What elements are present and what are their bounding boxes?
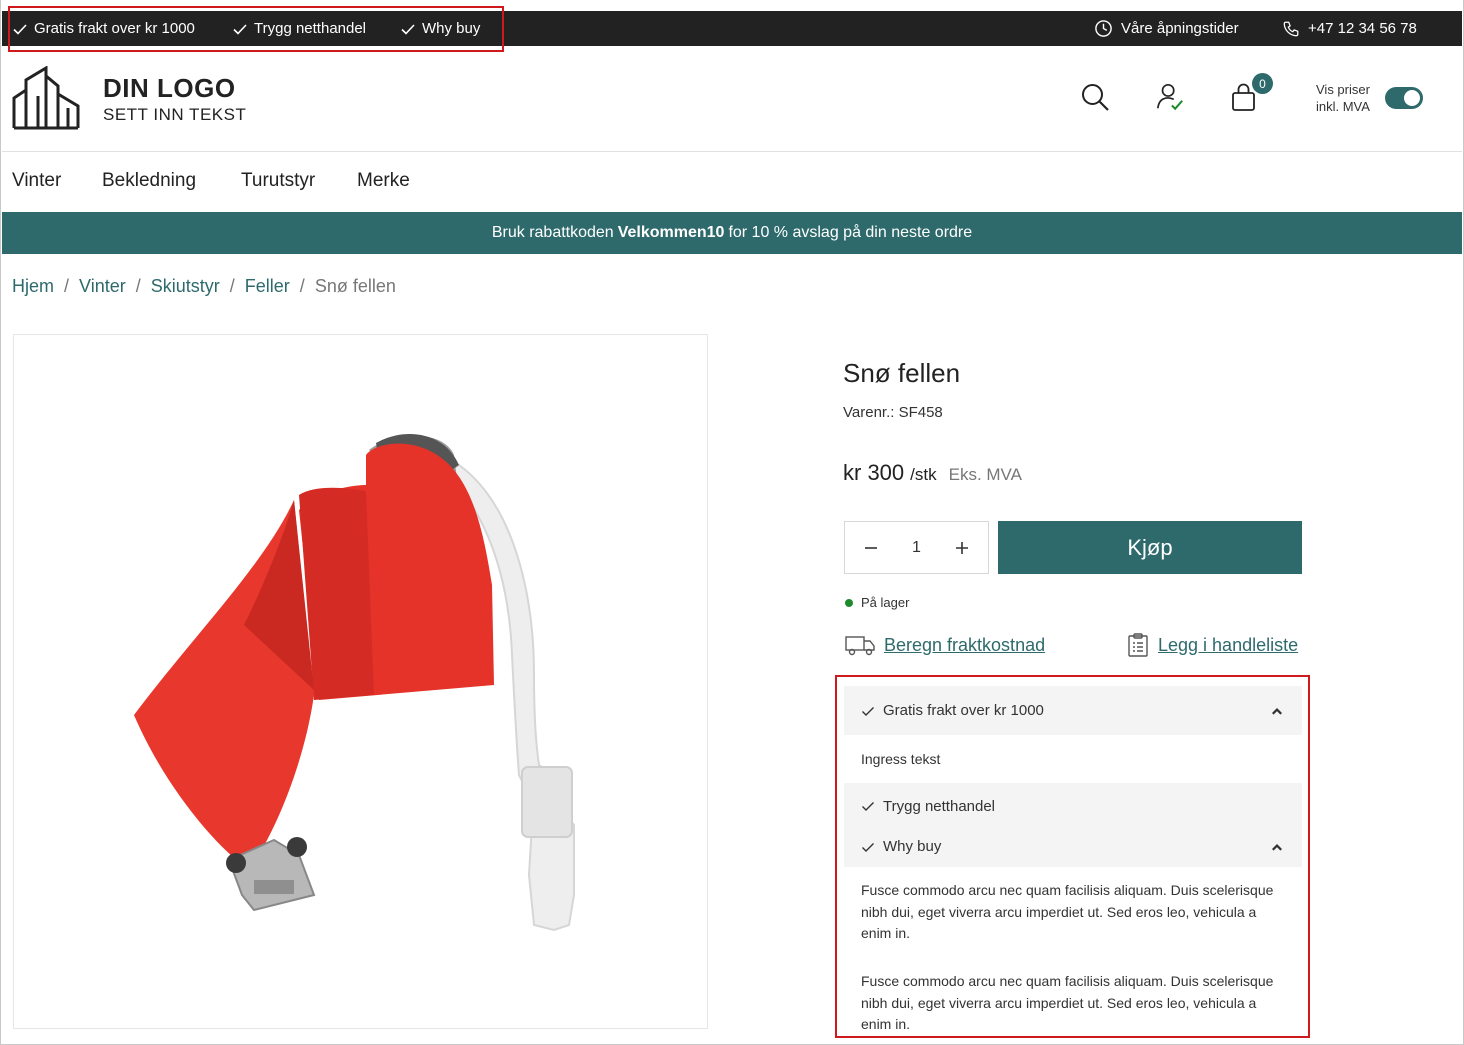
breadcrumb-separator: / — [135, 276, 141, 296]
nav-item-turutstyr[interactable]: Turutstyr — [241, 170, 315, 192]
delivery-truck-icon — [845, 636, 875, 656]
stock-label: På lager — [861, 595, 910, 610]
clipboard-list-icon — [1128, 633, 1148, 657]
accordion-title-text: Trygg netthandel — [883, 797, 996, 815]
quantity-stepper: 1 — [844, 521, 989, 574]
main-nav: Vinter Bekledning Turutstyr Merke — [2, 152, 1462, 212]
phone-icon — [1283, 21, 1299, 36]
phone-link[interactable]: +47 12 34 56 78 — [1282, 11, 1417, 46]
price-vat-note: Eks. MVA — [948, 465, 1022, 484]
check-icon — [862, 706, 874, 716]
accordion-header-secure[interactable]: Trygg netthandel — [844, 783, 1302, 829]
logo-title[interactable]: DIN LOGO — [103, 73, 236, 104]
shipping-cost-label: Beregn fraktkostnad — [884, 634, 1046, 655]
nav-item-vinter[interactable]: Vinter — [12, 170, 61, 192]
phone-number: +47 12 34 56 78 — [1308, 20, 1417, 37]
check-icon — [862, 842, 874, 852]
chevron-up-icon — [1272, 843, 1282, 851]
product-price: kr 300 /stk Eks. MVA — [843, 460, 1022, 486]
accordion-body-shipping: Ingress tekst — [861, 751, 941, 767]
logo-subtitle: SETT INN TEKST — [103, 105, 247, 124]
breadcrumb-separator: / — [299, 276, 305, 296]
promo-code: Velkommen10 — [617, 224, 725, 241]
breadcrumb: Hjem / Vinter / Skiutstyr / Feller / Snø… — [12, 276, 396, 297]
nav-item-bekledning[interactable]: Bekledning — [102, 170, 196, 192]
vat-toggle-label-line2: inkl. MVA — [1316, 99, 1370, 114]
check-icon — [862, 802, 874, 811]
nav-item-merke[interactable]: Merke — [357, 170, 410, 192]
accordion-title: Trygg netthandel — [844, 798, 995, 815]
minus-icon — [865, 546, 877, 549]
opening-hours-link[interactable]: Våre åpningstider — [1094, 11, 1239, 46]
quantity-value[interactable]: 1 — [912, 539, 921, 557]
vat-toggle-label-line1: Vis priser — [1316, 82, 1370, 97]
promo-suffix: for 10 % avslag på din neste ordre — [728, 224, 973, 241]
cart-count-badge: 0 — [1252, 73, 1273, 94]
breadcrumb-separator: / — [64, 276, 70, 296]
accordion-title-text: Why buy — [883, 838, 942, 855]
accordion-header-shipping[interactable]: Gratis frakt over kr 1000 — [844, 686, 1302, 735]
stock-status: På lager — [845, 595, 909, 610]
product-image[interactable] — [13, 334, 708, 1029]
product-sku: Varenr.: SF458 — [843, 404, 943, 421]
plus-icon — [956, 541, 968, 554]
buy-button[interactable]: Kjøp — [998, 521, 1302, 574]
accordion-title: Gratis frakt over kr 1000 — [844, 702, 1044, 719]
vat-toggle-label: Vis priser inkl. MVA — [1316, 81, 1370, 115]
increase-quantity-button[interactable] — [952, 538, 972, 558]
product-title: Snø fellen — [843, 358, 961, 388]
building-logo-icon[interactable] — [12, 66, 80, 130]
accordion-title-text: Gratis frakt over kr 1000 — [883, 702, 1044, 719]
breadcrumb-item-skiutstyr[interactable]: Skiutstyr — [151, 276, 220, 297]
add-to-wishlist-link[interactable]: Legg i handleliste — [1126, 632, 1298, 658]
price-unit: /stk — [910, 465, 937, 484]
accordion-body-why-buy-paragraph: Fusce commodo arcu nec quam facilisis al… — [861, 973, 1274, 1032]
breadcrumb-separator: / — [229, 276, 235, 296]
add-to-wishlist-label: Legg i handleliste — [1158, 634, 1299, 655]
breadcrumb-current: Snø fellen — [314, 276, 396, 296]
search-icon[interactable] — [1080, 82, 1110, 112]
opening-hours-label: Våre åpningstider — [1121, 20, 1239, 37]
breadcrumb-item-vinter[interactable]: Vinter — [79, 276, 126, 297]
accordion-header-why-buy[interactable]: Why buy — [844, 826, 1302, 867]
in-stock-dot-icon — [845, 598, 853, 607]
breadcrumb-item-hjem[interactable]: Hjem — [12, 276, 54, 297]
site-header: DIN LOGO SETT INN TEKST 0 Vis priser ink… — [2, 46, 1462, 152]
vat-toggle-switch[interactable] — [1385, 87, 1423, 109]
accordion-body-why-buy-paragraph: Fusce commodo arcu nec quam facilisis al… — [861, 882, 1274, 941]
promo-banner: Bruk rabattkoden Velkommen10 for 10 % av… — [2, 212, 1462, 254]
price-amount: kr 300 — [843, 460, 905, 485]
clock-icon — [1095, 20, 1112, 37]
promo-prefix: Bruk rabattkoden — [491, 224, 614, 241]
account-icon[interactable] — [1155, 82, 1185, 112]
breadcrumb-item-feller[interactable]: Feller — [245, 276, 290, 297]
shipping-cost-link[interactable]: Beregn fraktkostnad — [844, 632, 1045, 658]
chevron-up-icon — [1272, 707, 1282, 715]
accordion-title: Why buy — [844, 838, 941, 855]
toggle-knob — [1404, 90, 1420, 106]
decrease-quantity-button[interactable] — [861, 538, 881, 558]
climbing-skin-illustration — [134, 433, 575, 932]
